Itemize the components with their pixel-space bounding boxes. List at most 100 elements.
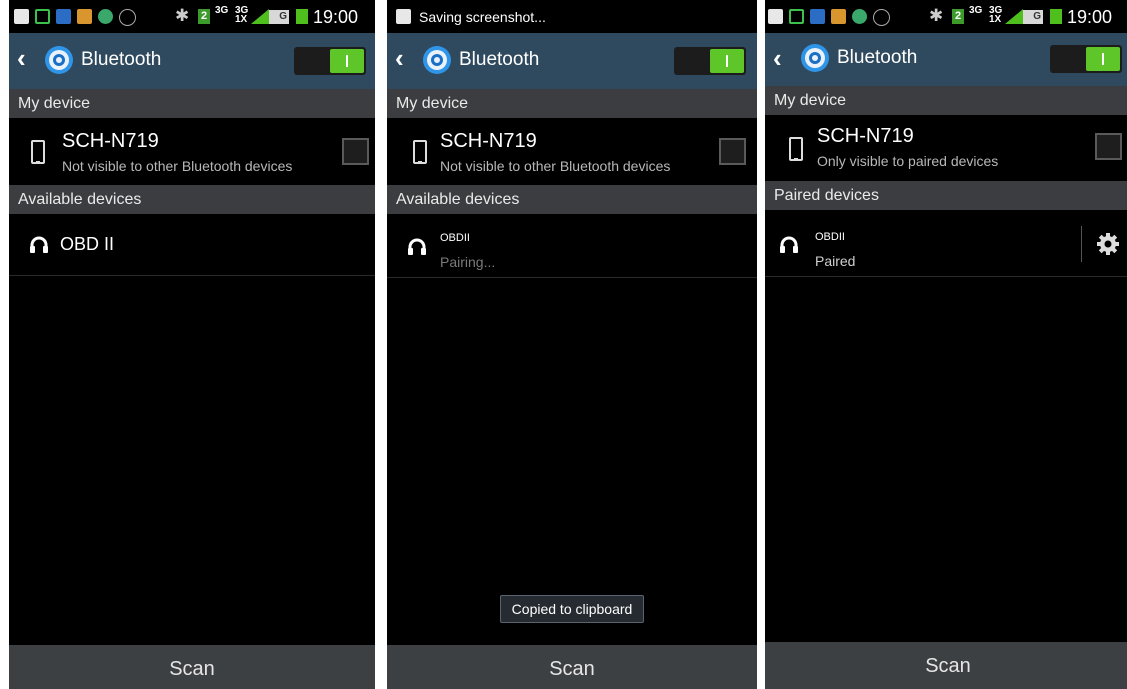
mail-icon bbox=[831, 9, 846, 24]
bluetooth-toggle[interactable] bbox=[294, 47, 366, 75]
status-bar: Saving screenshot... bbox=[387, 0, 757, 33]
headset-icon bbox=[780, 236, 798, 253]
network-bottom-label: 1X bbox=[235, 14, 248, 25]
visibility-checkbox[interactable] bbox=[719, 138, 746, 165]
phone-screen-1: ✱ 2 3G 3G 1X G 19:00 ‹ Bluetooth My devic… bbox=[9, 0, 375, 689]
battery-icon bbox=[1050, 9, 1062, 24]
scan-button[interactable]: Scan bbox=[9, 645, 375, 689]
phone-screen-3: ✱ 2 3G 3G 1X G 19:00 ‹ Bluetooth My devic… bbox=[765, 0, 1127, 689]
network-bottom-label: 1X bbox=[989, 14, 1002, 25]
status-time: 19:00 bbox=[313, 7, 359, 27]
obd-icon bbox=[873, 9, 890, 26]
divider bbox=[387, 277, 757, 278]
scan-label: Scan bbox=[549, 658, 595, 680]
device-list-item[interactable]: OBD II bbox=[9, 214, 375, 275]
bluetooth-toggle[interactable] bbox=[674, 47, 746, 75]
available-devices-header: Available devices bbox=[387, 185, 757, 214]
device-visibility: Not visible to other Bluetooth devices bbox=[440, 158, 671, 174]
gallery-icon bbox=[396, 9, 411, 24]
list-device-name: OBDII bbox=[815, 231, 845, 243]
available-devices-header: Available devices bbox=[9, 185, 375, 214]
device-name: SCH-N719 bbox=[62, 130, 159, 152]
my-device-header: My device bbox=[765, 86, 1127, 115]
status-bar: ✱ 2 3G 3G 1X G 19:00 bbox=[765, 0, 1127, 33]
my-device-header: My device bbox=[387, 89, 757, 118]
headset-icon bbox=[408, 238, 426, 255]
page-title: Bluetooth bbox=[459, 49, 540, 70]
bluetooth-toggle[interactable] bbox=[1050, 45, 1122, 73]
sim-slot-badge: 2 bbox=[952, 9, 964, 24]
signal-icon bbox=[251, 9, 269, 24]
action-bar: ‹ Bluetooth bbox=[9, 33, 375, 89]
page-title: Bluetooth bbox=[81, 49, 162, 70]
scan-button[interactable]: Scan bbox=[765, 642, 1127, 689]
visibility-checkbox[interactable] bbox=[342, 138, 369, 165]
network-top-label: 3G bbox=[215, 5, 229, 16]
calendar-icon bbox=[56, 9, 71, 24]
status-time: 19:00 bbox=[1067, 7, 1113, 27]
divider bbox=[765, 276, 1127, 277]
obd-icon bbox=[119, 9, 136, 26]
page-title: Bluetooth bbox=[837, 47, 918, 68]
android-icon bbox=[852, 9, 867, 24]
back-icon[interactable]: ‹ bbox=[17, 45, 26, 71]
scan-label: Scan bbox=[925, 655, 971, 677]
carrier-badge: G bbox=[1023, 10, 1043, 24]
mail-icon bbox=[77, 9, 92, 24]
divider bbox=[9, 275, 375, 276]
android-icon bbox=[98, 9, 113, 24]
device-visibility: Not visible to other Bluetooth devices bbox=[62, 158, 293, 174]
phone-icon bbox=[413, 140, 427, 164]
bluetooth-icon: ✱ bbox=[175, 6, 190, 25]
lock-icon bbox=[789, 9, 804, 24]
carrier-badge: G bbox=[269, 10, 289, 24]
my-device-header: My device bbox=[9, 89, 375, 118]
back-icon[interactable]: ‹ bbox=[773, 45, 782, 71]
list-device-status: Pairing... bbox=[440, 254, 496, 270]
device-visibility: Only visible to paired devices bbox=[817, 153, 999, 169]
sim-slot-badge: 2 bbox=[198, 9, 210, 24]
toast-message: Copied to clipboard bbox=[500, 595, 644, 623]
network-top-label: 3G bbox=[969, 5, 983, 16]
network-type: 3G bbox=[215, 5, 233, 16]
status-notification-text: Saving screenshot... bbox=[419, 9, 546, 25]
visibility-checkbox[interactable] bbox=[1095, 133, 1122, 160]
lock-icon bbox=[35, 9, 50, 24]
phone-icon bbox=[789, 137, 803, 161]
list-device-name: OBD II bbox=[60, 234, 115, 254]
toggle-knob bbox=[330, 49, 364, 73]
gallery-icon bbox=[768, 9, 783, 24]
toggle-knob bbox=[1086, 47, 1120, 71]
headset-icon bbox=[30, 236, 48, 253]
action-bar: ‹ Bluetooth bbox=[765, 33, 1127, 86]
device-list-item[interactable]: OBDII Paired bbox=[765, 210, 1127, 276]
my-device-row[interactable]: SCH-N719 Only visible to paired devices bbox=[765, 115, 1127, 181]
vertical-divider bbox=[1081, 226, 1082, 262]
device-list-item[interactable]: OBDII Pairing... bbox=[387, 214, 757, 277]
my-device-row[interactable]: SCH-N719 Not visible to other Bluetooth … bbox=[9, 118, 375, 184]
signal-icon bbox=[1005, 9, 1023, 24]
settings-gear-icon bbox=[801, 44, 829, 72]
my-device-row[interactable]: SCH-N719 Not visible to other Bluetooth … bbox=[387, 118, 757, 184]
phone-icon bbox=[31, 140, 45, 164]
gallery-icon bbox=[14, 9, 29, 24]
calendar-icon bbox=[810, 9, 825, 24]
paired-devices-header: Paired devices bbox=[765, 181, 1127, 210]
device-name: SCH-N719 bbox=[440, 130, 537, 152]
settings-gear-icon bbox=[45, 46, 73, 74]
scan-label: Scan bbox=[169, 658, 215, 680]
battery-icon bbox=[296, 9, 308, 24]
scan-button[interactable]: Scan bbox=[387, 645, 757, 689]
list-device-status: Paired bbox=[815, 253, 856, 269]
toggle-knob bbox=[710, 49, 744, 73]
status-bar: ✱ 2 3G 3G 1X G 19:00 bbox=[9, 0, 375, 33]
list-device-name: OBDII bbox=[440, 232, 470, 244]
phone-screen-2: Saving screenshot... ‹ Bluetooth My devi… bbox=[387, 0, 757, 689]
device-name: SCH-N719 bbox=[817, 125, 914, 147]
settings-gear-icon bbox=[423, 46, 451, 74]
back-icon[interactable]: ‹ bbox=[395, 45, 404, 71]
bluetooth-icon: ✱ bbox=[929, 6, 944, 25]
network-type: 3G bbox=[969, 5, 987, 16]
device-settings-gear-icon[interactable] bbox=[1096, 232, 1120, 256]
action-bar: ‹ Bluetooth bbox=[387, 33, 757, 89]
